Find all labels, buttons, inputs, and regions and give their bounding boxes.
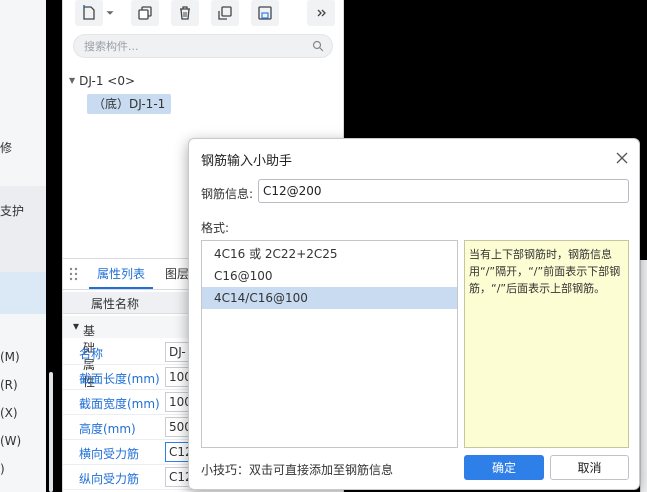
copy-icon	[138, 6, 152, 20]
format-item[interactable]: 4C16 或 2C22+2C25	[202, 243, 457, 265]
property-name: 截面宽度(mm)	[79, 397, 160, 411]
new-component-icon	[83, 5, 95, 20]
nav-item-w[interactable]: (W)	[0, 431, 21, 451]
property-name: 高度(mm)	[79, 422, 136, 436]
drag-grip-icon[interactable]	[69, 267, 79, 281]
format-item-selected[interactable]: 4C14/C16@100	[202, 287, 457, 309]
tree-node-child[interactable]: （底）DJ-1-1	[87, 94, 172, 114]
nav-item-support[interactable]: 支护	[0, 201, 24, 221]
left-nav-strip: 修 支护 (M) (R) (X) (W) )	[0, 0, 46, 492]
tab-layer[interactable]: 图层	[163, 259, 191, 289]
nav-block	[0, 186, 46, 274]
tip-text: 小技巧：双击可直接添加至钢筋信息	[201, 463, 394, 477]
dialog-title: 钢筋输入小助手	[201, 154, 293, 169]
nav-item-x[interactable]: (X)	[0, 403, 18, 423]
dropdown-caret-icon	[106, 11, 114, 15]
cancel-button[interactable]: 取消	[550, 455, 629, 480]
tab-property-list[interactable]: 属性列表	[89, 259, 154, 289]
nav-item-repair[interactable]: 修	[0, 138, 12, 158]
format-item[interactable]: C16@100	[202, 265, 457, 287]
tree-node-root-label: DJ-1 <0>	[79, 74, 136, 88]
collapse-caret-icon[interactable]: ▼	[69, 72, 75, 90]
property-name-header: 属性名称	[91, 297, 140, 311]
left-scrollbar[interactable]	[49, 372, 53, 492]
component-search-input[interactable]	[84, 38, 304, 54]
tree-node-root[interactable]: ▼ DJ-1 <0>	[69, 72, 135, 90]
rebar-info-input[interactable]	[258, 179, 629, 203]
more-button[interactable]	[307, 0, 335, 26]
save-layer-icon	[258, 6, 272, 20]
component-toolbar	[63, 0, 345, 28]
close-icon[interactable]	[615, 151, 629, 165]
new-component-button[interactable]	[75, 0, 103, 26]
property-name: 名称	[79, 347, 104, 361]
delete-button[interactable]	[171, 0, 199, 26]
rebar-info-label: 钢筋信息:	[201, 187, 254, 201]
copy-button[interactable]	[131, 0, 159, 26]
component-search-box[interactable]	[73, 34, 333, 58]
nav-selected-item[interactable]	[0, 272, 46, 314]
format-list[interactable]: 4C16 或 2C22+2C25 C16@100 4C14/C16@100	[201, 240, 458, 448]
property-name: 纵向受力筋	[79, 472, 140, 486]
property-name: 截面长度(mm)	[79, 372, 160, 386]
property-name: 横向受力筋	[79, 447, 140, 461]
more-icon	[317, 9, 326, 17]
nav-item-m[interactable]: (M)	[0, 347, 20, 367]
new-component-dropdown[interactable]	[103, 0, 117, 26]
ok-button[interactable]: 确定	[464, 455, 544, 480]
search-icon[interactable]	[312, 40, 324, 52]
save-layer-button[interactable]	[251, 0, 279, 26]
nav-item-last[interactable]: )	[0, 459, 5, 479]
duplicate-button[interactable]	[211, 0, 239, 26]
right-side-panel-edge	[640, 260, 647, 492]
property-group-label: ▾ 基础属性	[73, 319, 96, 389]
delete-icon	[180, 6, 190, 20]
nav-item-r[interactable]: (R)	[0, 375, 18, 395]
format-label: 格式:	[201, 221, 230, 235]
format-help-box: 当有上下部钢筋时，钢筋信息用“/”隔开，“/”前面表示下部钢筋，“/”后面表示上…	[464, 240, 629, 448]
rebar-input-dialog: 钢筋输入小助手 钢筋信息: 格式: 4C16 或 2C22+2C25 C16@1…	[188, 138, 640, 490]
duplicate-icon	[218, 6, 232, 20]
